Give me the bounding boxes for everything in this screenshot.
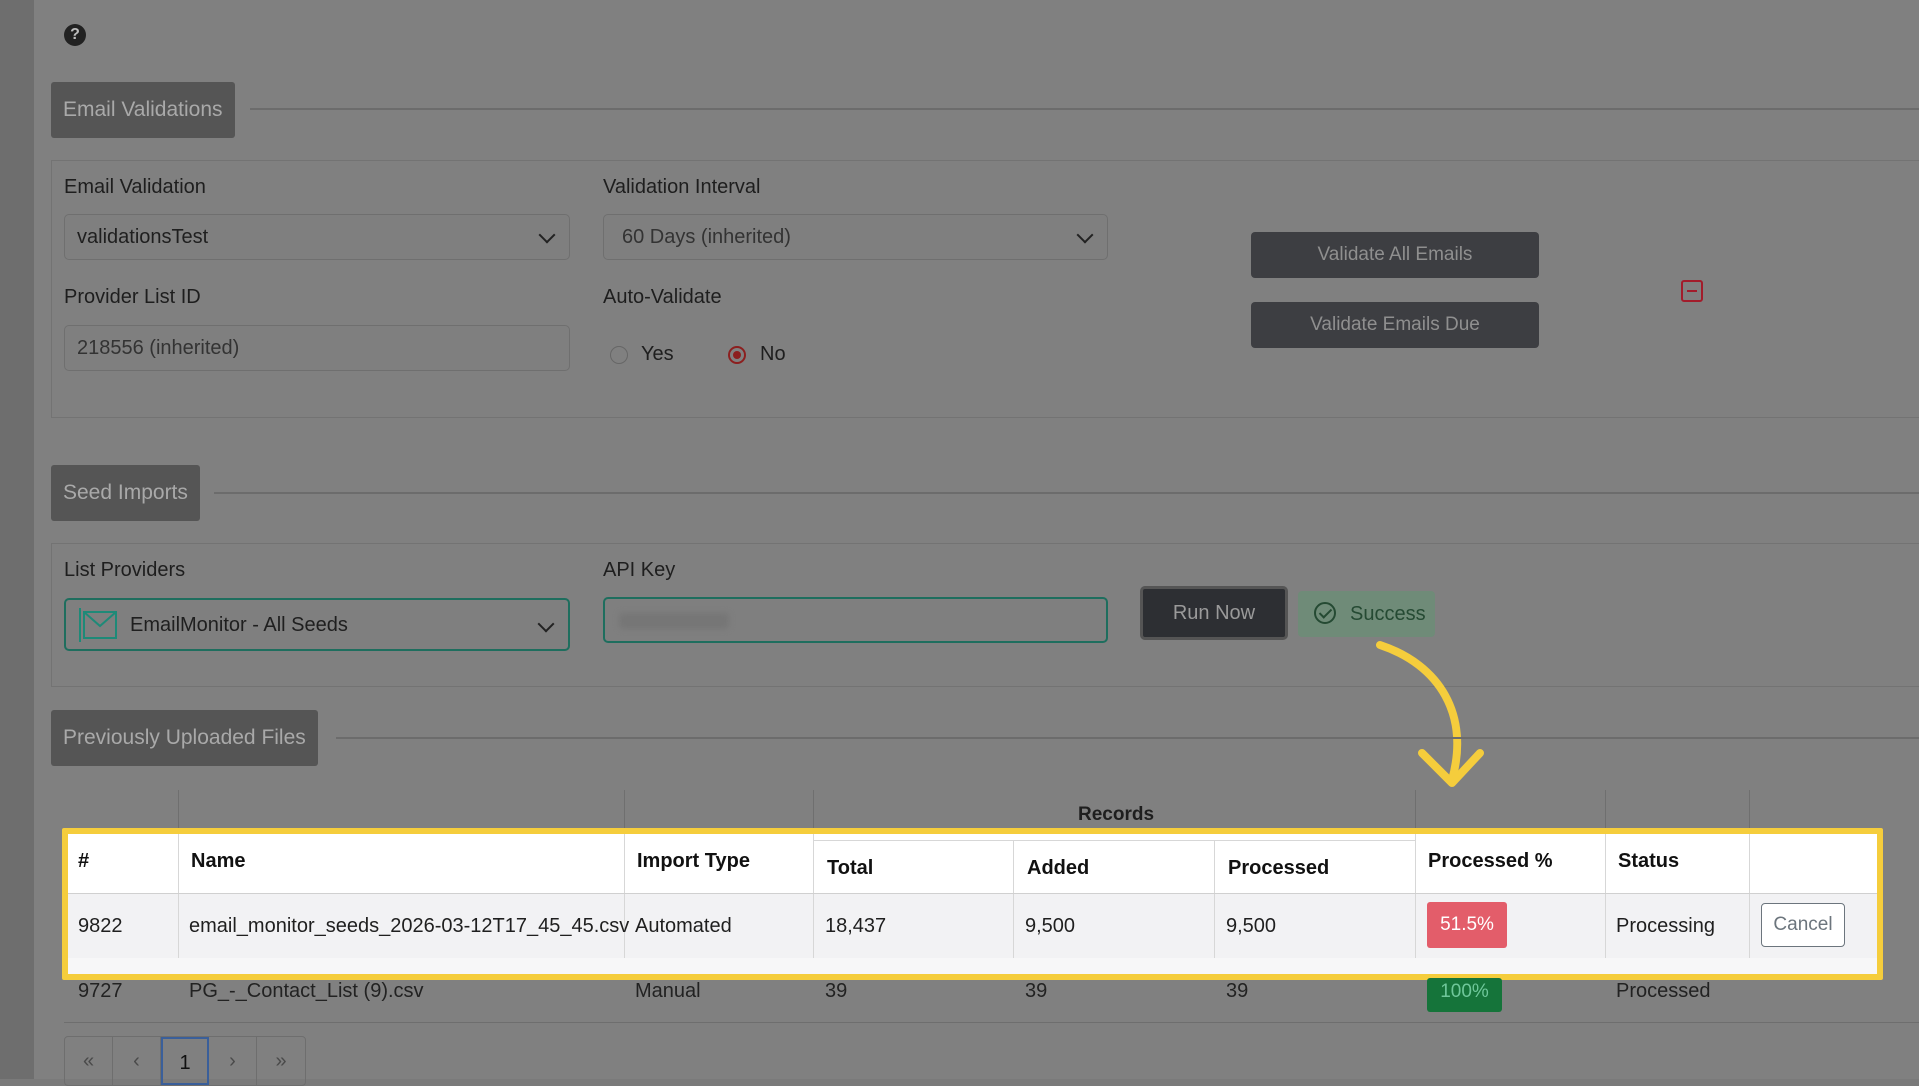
validate-all-emails-button[interactable]: Validate All Emails <box>1251 232 1539 278</box>
provider-list-id-input[interactable]: 218556 (inherited) <box>64 325 570 371</box>
pagination-prev-button[interactable]: ‹ <box>113 1037 161 1085</box>
row-divider <box>64 1022 1919 1023</box>
success-status-badge: Success <box>1298 591 1435 637</box>
email-validations-header[interactable]: Email Validations <box>51 82 235 138</box>
list-providers-select[interactable]: EmailMonitor - All Seeds <box>64 598 570 651</box>
api-key-masked-value <box>619 613 729 629</box>
envelope-icon <box>79 608 117 642</box>
pagination-page-1[interactable]: 1 <box>161 1037 209 1085</box>
row-import-type: Manual <box>635 980 701 1002</box>
chevron-down-icon <box>538 226 556 244</box>
section-divider <box>250 108 1919 110</box>
column-divider <box>813 790 814 830</box>
success-status-text: Success <box>1350 603 1426 625</box>
row-added: 39 <box>1025 980 1048 1002</box>
email-validation-value: validationsTest <box>77 226 209 248</box>
api-key-input[interactable] <box>603 597 1108 643</box>
pagination-last-button[interactable]: » <box>257 1037 305 1085</box>
auto-validate-yes-label[interactable]: Yes <box>641 343 674 366</box>
collapse-minus-icon[interactable] <box>1681 280 1703 302</box>
chevron-down-icon <box>537 615 555 633</box>
provider-list-id-value: 218556 (inherited) <box>77 337 240 359</box>
list-providers-value: EmailMonitor - All Seeds <box>130 614 348 636</box>
provider-list-id-label: Provider List ID <box>64 286 201 308</box>
validation-interval-label: Validation Interval <box>603 176 761 198</box>
column-divider <box>178 790 179 830</box>
column-divider <box>1749 790 1750 830</box>
email-validation-select[interactable]: validationsTest <box>64 214 570 260</box>
help-icon[interactable]: ? <box>64 24 86 46</box>
row-processed: 39 <box>1226 980 1249 1002</box>
check-circle-icon <box>1314 602 1336 624</box>
auto-validate-label: Auto-Validate <box>603 286 722 308</box>
row-name: PG_-_Contact_List (9).csv <box>189 980 424 1002</box>
column-divider <box>1605 790 1606 830</box>
row-total: 39 <box>825 980 848 1002</box>
column-divider <box>1415 790 1416 830</box>
run-now-button[interactable]: Run Now <box>1140 586 1288 640</box>
left-sidebar-strip <box>0 0 34 1079</box>
previously-uploaded-files-header[interactable]: Previously Uploaded Files <box>51 710 318 766</box>
section-divider <box>336 737 1919 739</box>
records-group-header: Records <box>1078 804 1155 825</box>
seed-imports-header[interactable]: Seed Imports <box>51 465 200 521</box>
annotation-arrow-icon <box>1376 641 1484 787</box>
auto-validate-yes-radio[interactable] <box>610 346 628 364</box>
row-status: Processed <box>1616 980 1711 1002</box>
validation-interval-value: 60 Days (inherited) <box>622 226 791 248</box>
column-divider <box>624 790 625 830</box>
list-providers-label: List Providers <box>64 559 186 581</box>
processed-pct-badge: 100% <box>1427 978 1502 1012</box>
api-key-label: API Key <box>603 559 676 581</box>
validate-emails-due-button[interactable]: Validate Emails Due <box>1251 302 1539 348</box>
section-divider <box>214 492 1919 494</box>
row-id: 9727 <box>78 980 123 1002</box>
auto-validate-no-label[interactable]: No <box>760 343 786 366</box>
highlight-frame <box>62 828 1883 980</box>
pagination-first-button[interactable]: « <box>65 1037 113 1085</box>
email-validations-panel <box>51 160 1919 418</box>
pagination-next-button[interactable]: › <box>209 1037 257 1085</box>
email-validation-label: Email Validation <box>64 176 206 198</box>
auto-validate-no-radio[interactable] <box>728 346 746 364</box>
validation-interval-select[interactable]: 60 Days (inherited) <box>603 214 1108 260</box>
chevron-down-icon <box>1076 226 1094 244</box>
